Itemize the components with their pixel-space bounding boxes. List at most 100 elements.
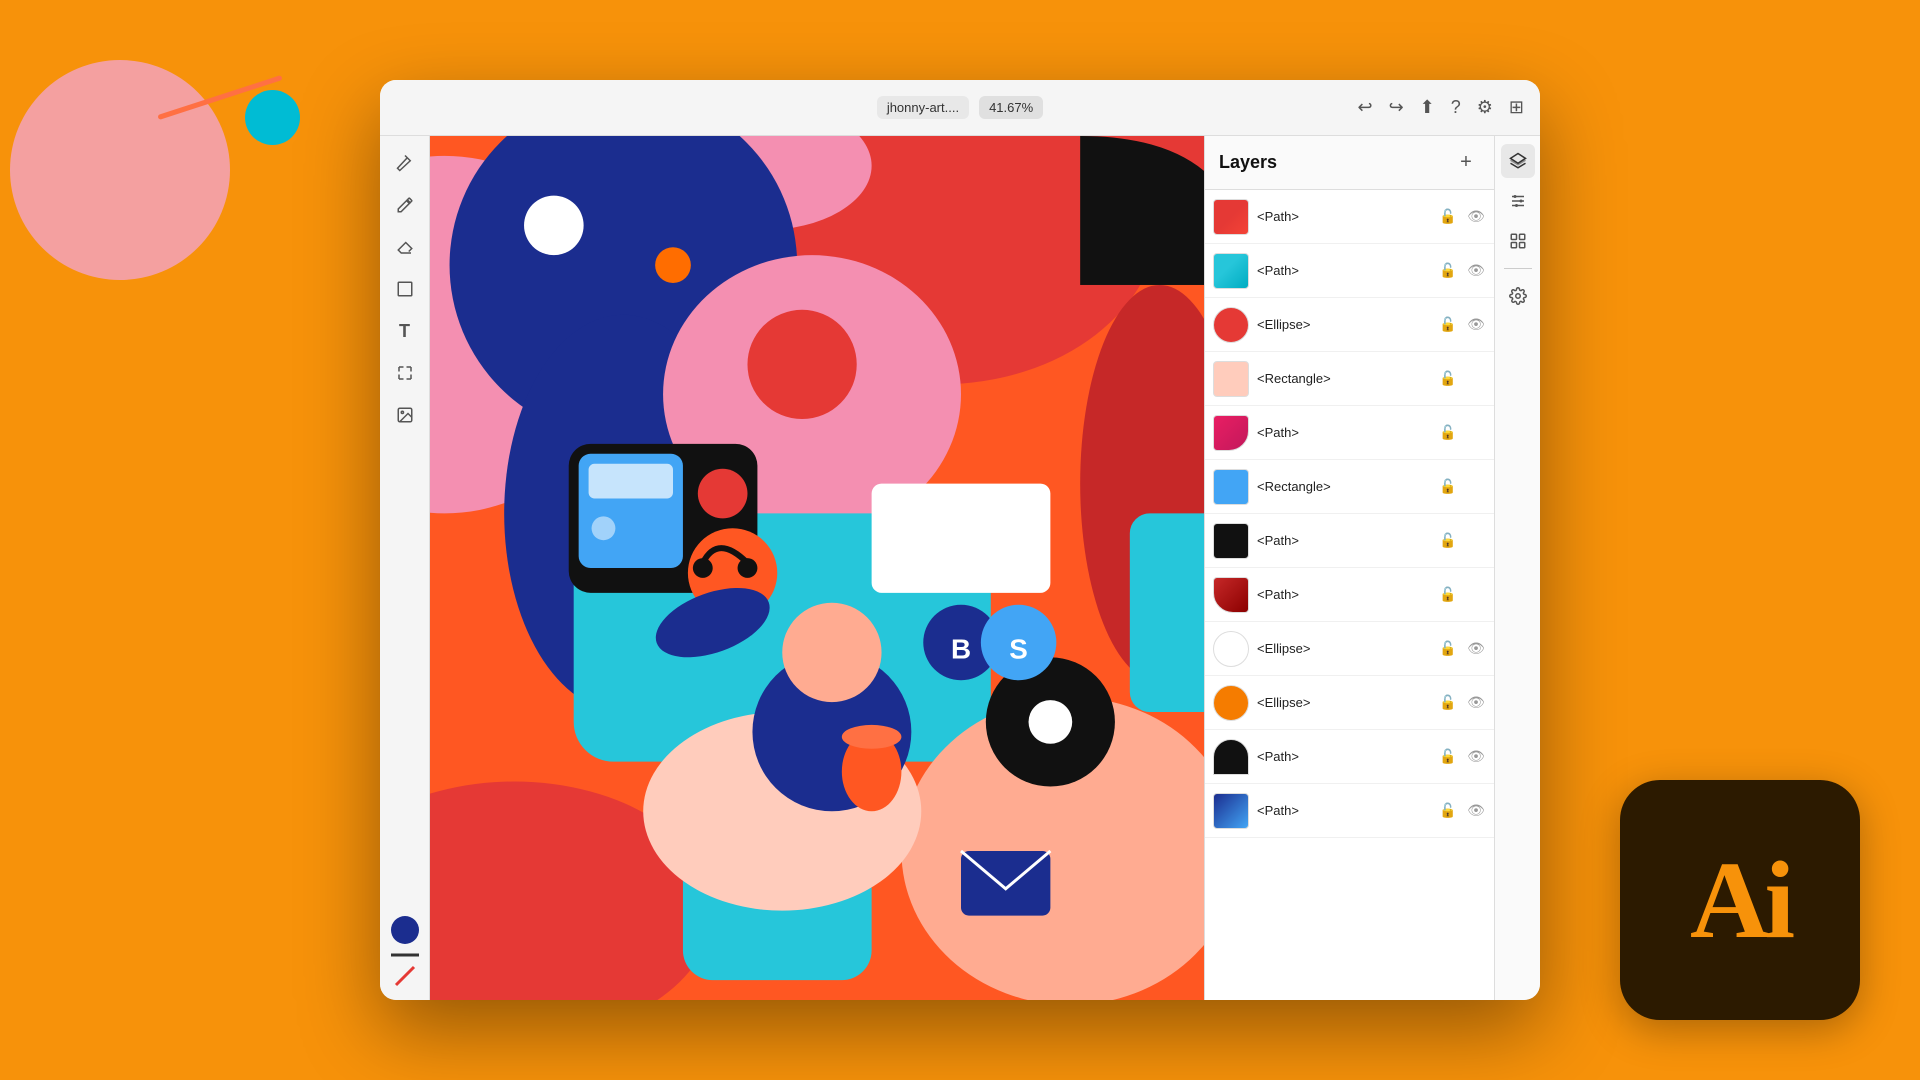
layer-name: <Rectangle> [1257,371,1430,386]
eye-icon: 👁 [1466,478,1486,495]
eye-icon[interactable]: 👁 [1466,262,1486,279]
layer-name: <Ellipse> [1257,641,1430,656]
layers-title: Layers [1219,152,1277,173]
lock-icon[interactable]: 🔓 [1438,208,1458,225]
pencil-tool[interactable] [388,188,422,222]
layer-item[interactable]: <Path> 🔓 👁 [1205,514,1494,568]
eye-icon[interactable]: 👁 [1466,316,1486,333]
layers-panel-icon[interactable] [1501,144,1535,178]
lock-icon[interactable]: 🔓 [1438,262,1458,279]
layers-header: Layers + [1205,136,1494,190]
main-content: T [380,136,1540,1000]
layer-name: <Path> [1257,425,1430,440]
layer-thumbnail [1213,577,1249,613]
layer-item[interactable]: <Path> 🔓 👁 [1205,784,1494,838]
layer-name: <Path> [1257,533,1430,548]
eye-icon[interactable]: 👁 [1466,208,1486,225]
ai-logo: Ai [1620,780,1860,1020]
layer-name: <Path> [1257,263,1430,278]
layer-item[interactable]: <Ellipse> 🔓 👁 [1205,298,1494,352]
layer-thumbnail [1213,361,1249,397]
color-group [391,916,419,990]
layer-name: <Ellipse> [1257,317,1430,332]
properties-panel-icon[interactable] [1501,184,1535,218]
layer-thumbnail [1213,685,1249,721]
rectangle-tool[interactable] [388,272,422,306]
layer-thumbnail [1213,415,1249,451]
layer-name: <Rectangle> [1257,479,1430,494]
lock-icon[interactable]: 🔓 [1438,802,1458,819]
redo-button[interactable]: ↪ [1389,97,1404,118]
layer-thumbnail [1213,307,1249,343]
image-tool[interactable] [388,398,422,432]
help-button[interactable]: ? [1451,97,1461,118]
arrange-button[interactable]: ⊞ [1509,97,1524,118]
transform-tool[interactable] [388,356,422,390]
layer-item[interactable]: <Path> 🔓 👁 [1205,190,1494,244]
text-tool[interactable]: T [388,314,422,348]
layer-item[interactable]: <Path> 🔓 👁 [1205,730,1494,784]
layer-thumbnail [1213,739,1249,775]
file-name[interactable]: jhonny-art.... [877,96,969,119]
share-button[interactable]: ⬆ [1420,97,1435,118]
eye-icon[interactable]: 👁 [1466,802,1486,819]
artwork-canvas: B S [430,136,1204,1000]
lock-icon[interactable]: 🔓 [1438,316,1458,333]
layer-name: <Path> [1257,209,1430,224]
title-bar-controls: ↩ ↪ ⬆ ? ⚙ ⊞ [1357,97,1524,118]
layer-item[interactable]: <Ellipse> 🔓 👁 [1205,622,1494,676]
eye-icon: 👁 [1466,424,1486,441]
layer-item[interactable]: <Rectangle> 🔓 👁 [1205,460,1494,514]
lock-icon[interactable]: 🔓 [1438,640,1458,657]
layer-item[interactable]: <Rectangle> 🔓 👁 [1205,352,1494,406]
title-bar: jhonny-art.... 41.67% ↩ ↪ ⬆ ? ⚙ ⊞ [380,80,1540,136]
layer-thumbnail [1213,631,1249,667]
eraser-tool[interactable] [388,230,422,264]
eye-icon: 👁 [1466,532,1486,549]
lock-icon[interactable]: 🔓 [1438,586,1458,603]
canvas-area: B S [430,136,1204,1000]
pink-decoration [10,60,230,280]
lock-icon[interactable]: 🔓 [1438,370,1458,387]
stroke-icon [391,962,419,990]
eye-icon[interactable]: 👁 [1466,640,1486,657]
layer-item[interactable]: <Path> 🔓 👁 [1205,568,1494,622]
eye-icon: 👁 [1466,586,1486,603]
layer-item[interactable]: <Path> 🔓 👁 [1205,244,1494,298]
layer-thumbnail [1213,199,1249,235]
eye-icon: 👁 [1466,370,1486,387]
fill-color[interactable] [391,916,419,944]
add-layer-button[interactable]: + [1452,149,1480,177]
layer-thumbnail [1213,523,1249,559]
settings-button[interactable]: ⚙ [1477,97,1493,118]
eye-icon[interactable]: 👁 [1466,748,1486,765]
layer-thumbnail [1213,469,1249,505]
lock-icon[interactable]: 🔓 [1438,748,1458,765]
app-window: jhonny-art.... 41.67% ↩ ↪ ⬆ ? ⚙ ⊞ [380,80,1540,1000]
ai-logo-text: Ai [1690,845,1790,955]
layer-name: <Path> [1257,749,1430,764]
layer-name: <Path> [1257,803,1430,818]
eye-icon[interactable]: 👁 [1466,694,1486,711]
lock-icon[interactable]: 🔓 [1438,532,1458,549]
libraries-panel-icon[interactable] [1501,224,1535,258]
undo-button[interactable]: ↩ [1357,97,1372,118]
layers-panel: Layers + <Path> 🔓 👁 <Path> [1204,136,1494,1000]
layer-thumbnail [1213,793,1249,829]
layer-name: <Path> [1257,587,1430,602]
layer-item[interactable]: <Ellipse> 🔓 👁 [1205,676,1494,730]
teal-dot-decoration [245,90,300,145]
lock-icon[interactable]: 🔓 [1438,424,1458,441]
right-panel-icons [1494,136,1540,1000]
title-bar-center: jhonny-art.... 41.67% [877,96,1043,119]
lock-icon[interactable]: 🔓 [1438,478,1458,495]
layers-list: <Path> 🔓 👁 <Path> 🔓 👁 <Ellipse [1205,190,1494,1000]
zoom-display[interactable]: 41.67% [979,96,1043,119]
pen-tool[interactable] [388,146,422,180]
left-toolbar: T [380,136,430,1000]
lock-icon[interactable]: 🔓 [1438,694,1458,711]
layer-item[interactable]: <Path> 🔓 👁 [1205,406,1494,460]
layer-name: <Ellipse> [1257,695,1430,710]
options-icon[interactable] [1501,279,1535,313]
svg-text:S: S [1009,633,1028,664]
